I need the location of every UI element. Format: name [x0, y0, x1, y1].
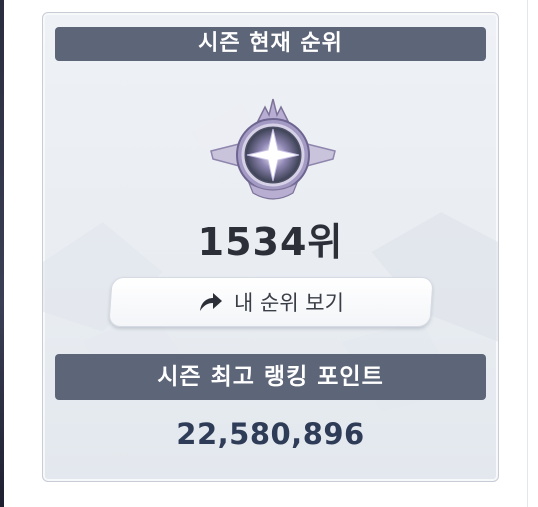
- star-crest-emblem-icon: [210, 98, 336, 200]
- best-ranking-points-value: 22,580,896: [176, 417, 365, 451]
- left-window-edge: [0, 0, 4, 507]
- season-current-rank-header: 시즌 현재 순위: [55, 27, 486, 61]
- view-my-rank-button[interactable]: 내 순위 보기: [108, 277, 434, 327]
- season-best-ranking-points-header: 시즌 최고 랭킹 포인트: [55, 354, 486, 400]
- share-arrow-icon: [200, 293, 223, 311]
- current-rank-value: 1534위: [197, 220, 344, 264]
- view-my-rank-label: 내 순위 보기: [234, 291, 344, 315]
- right-window-edge: [527, 0, 538, 507]
- season-rank-panel: 시즌 현재 순위 1534위 내 순위 보기 시즌 최고 랭킹 포인트 22,5…: [42, 12, 499, 482]
